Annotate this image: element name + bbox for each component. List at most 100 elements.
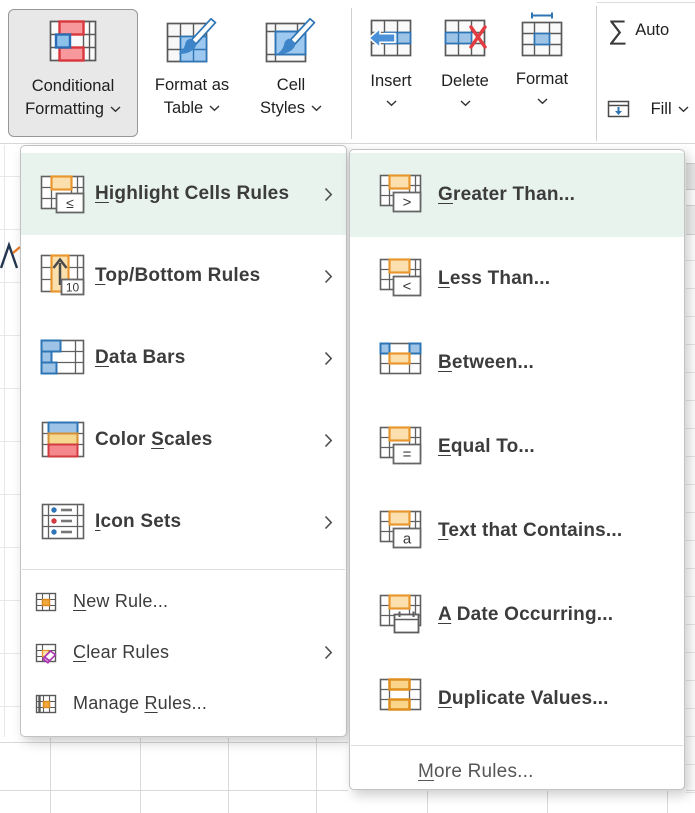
submenu-arrow-icon (324, 515, 333, 530)
menu-item-new-rule[interactable]: New Rule... (21, 576, 346, 627)
menu-item-highlight-cells-rules[interactable]: ≤ Highlight Cells Rules (21, 153, 346, 235)
chart-line-fragment-orange (13, 247, 20, 253)
menu-item-manage-rules[interactable]: Manage Rules... (21, 678, 346, 729)
submenu-item-a-date-occurring[interactable]: A Date Occurring... (350, 573, 684, 657)
insert-cells-button[interactable]: Insert (359, 14, 423, 107)
dropdown-chevron-icon (110, 106, 121, 113)
menu-item-color-scales[interactable]: Color Scales (21, 399, 346, 481)
conditional-formatting-menu: ≤ Highlight Cells Rules 10 (20, 145, 347, 737)
menu-item-label: Color Scales (95, 429, 213, 451)
submenu-item-greater-than[interactable]: > Greater Than... (350, 153, 684, 237)
menu-item-label: Icon Sets (95, 511, 181, 533)
submenu-item-between[interactable]: Between... (350, 321, 684, 405)
submenu-item-label: Between... (438, 352, 534, 374)
submenu-item-label: Greater Than... (438, 184, 575, 206)
submenu-arrow-icon (324, 187, 333, 202)
format-as-table-label-line2: Table (164, 97, 220, 120)
svg-text:=: = (403, 446, 412, 463)
dropdown-chevron-icon (311, 105, 322, 112)
format-as-table-icon (166, 18, 218, 66)
svg-text:≤: ≤ (66, 195, 74, 211)
menu-item-clear-rules[interactable]: Clear Rules (21, 627, 346, 678)
menu-separator (22, 569, 345, 570)
clear-rules-icon (35, 642, 57, 664)
cell-styles-icon (265, 18, 317, 66)
menu-item-data-bars[interactable]: Data Bars (21, 317, 346, 399)
submenu-item-more-rules[interactable]: More Rules... (350, 750, 684, 794)
icon-sets-icon (39, 498, 87, 546)
dropdown-chevron-icon (537, 98, 548, 105)
dropdown-chevron-icon (460, 100, 471, 107)
data-bars-icon (39, 334, 87, 382)
format-cells-button[interactable]: Format (508, 12, 576, 105)
submenu-item-equal-to[interactable]: = Equal To... (350, 405, 684, 489)
submenu-arrow-icon (324, 433, 333, 448)
submenu-item-label: A Date Occurring... (438, 604, 613, 626)
a-date-occurring-icon (378, 591, 426, 639)
menu-item-label: New Rule... (73, 591, 168, 612)
dropdown-chevron-icon (386, 100, 397, 107)
chart-line-fragment (1, 245, 17, 268)
cell-styles-button[interactable]: Cell Styles (245, 9, 337, 146)
delete-label: Delete (441, 70, 489, 93)
ribbon-group-divider (351, 8, 352, 139)
menu-item-label: Clear Rules (73, 642, 169, 663)
new-rule-icon (35, 591, 57, 613)
svg-text:<: < (403, 278, 412, 295)
submenu-item-label: Text that Contains... (438, 520, 622, 542)
text-that-contains-icon: a (378, 507, 426, 555)
conditional-formatting-label-line1: Conditional (32, 75, 115, 98)
manage-rules-icon (35, 693, 57, 715)
menu-item-label: Top/Bottom Rules (95, 265, 260, 287)
submenu-item-text-that-contains[interactable]: a Text that Contains... (350, 489, 684, 573)
dropdown-chevron-icon (209, 105, 220, 112)
menu-item-label: Manage Rules... (73, 693, 207, 714)
insert-cells-icon (367, 14, 415, 62)
delete-cells-icon (441, 14, 489, 62)
svg-text:10: 10 (66, 281, 80, 295)
insert-label: Insert (370, 70, 411, 93)
submenu-separator (351, 745, 683, 746)
highlight-cells-rules-submenu: > Greater Than... < Less Than.. (349, 149, 685, 790)
submenu-arrow-icon (324, 269, 333, 284)
autosum-button[interactable]: ∑ Auto (608, 17, 669, 43)
cell-styles-label-line2: Styles (260, 97, 322, 120)
clear-eraser-icon (606, 105, 642, 143)
autosum-label: Auto (635, 21, 669, 40)
submenu-item-less-than[interactable]: < Less Than... (350, 237, 684, 321)
menu-item-label: Data Bars (95, 347, 186, 369)
cell-styles-label-line1: Cell (277, 74, 305, 97)
menu-item-top-bottom-rules[interactable]: 10 Top/Bottom Rules (21, 235, 346, 317)
top-bottom-rules-icon: 10 (39, 252, 87, 300)
excel-conditional-formatting-screenshot: Conditional Formatting Format as Table (0, 0, 695, 813)
submenu-item-label: Equal To... (438, 436, 535, 458)
submenu-arrow-icon (324, 351, 333, 366)
format-as-table-label-line1: Format as (155, 74, 229, 97)
color-scales-icon (39, 416, 87, 464)
duplicate-values-icon (378, 675, 426, 723)
highlight-cells-rules-icon: ≤ (39, 170, 87, 218)
between-icon (378, 339, 426, 387)
submenu-item-label: More Rules... (418, 761, 534, 783)
autosum-sigma-icon: ∑ (608, 17, 627, 43)
svg-text:a: a (403, 531, 412, 548)
delete-cells-button[interactable]: Delete (433, 14, 497, 107)
menu-item-icon-sets[interactable]: Icon Sets (21, 481, 346, 563)
submenu-item-label: Duplicate Values... (438, 688, 609, 710)
submenu-item-label: Less Than... (438, 268, 550, 290)
greater-than-icon: > (378, 171, 426, 219)
conditional-formatting-icon (49, 19, 97, 67)
menu-item-label: Highlight Cells Rules (95, 183, 289, 205)
submenu-arrow-icon (324, 645, 333, 660)
less-than-icon: < (378, 255, 426, 303)
conditional-formatting-label-line2: Formatting (25, 98, 121, 121)
format-cells-icon (518, 12, 566, 62)
svg-text:>: > (403, 194, 412, 211)
clear-button[interactable]: Clear (606, 105, 689, 143)
format-label: Format (516, 68, 568, 91)
submenu-item-duplicate-values[interactable]: Duplicate Values... (350, 657, 684, 741)
ribbon-group-divider (596, 6, 597, 141)
equal-to-icon: = (378, 423, 426, 471)
conditional-formatting-button[interactable]: Conditional Formatting (8, 9, 138, 137)
format-as-table-button[interactable]: Format as Table (141, 9, 243, 146)
